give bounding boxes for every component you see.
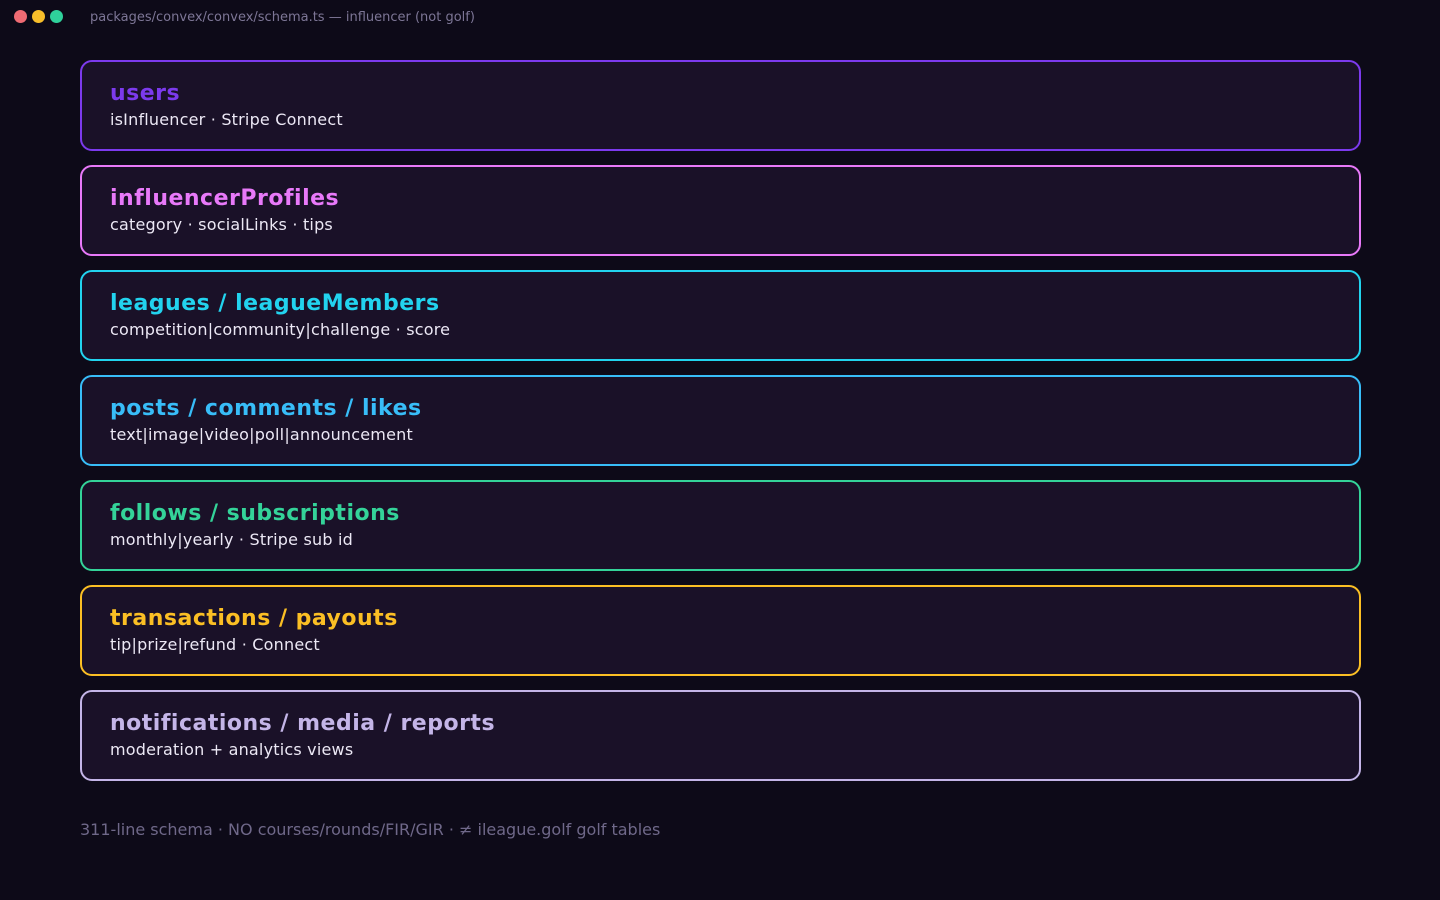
- table-card-follows[interactable]: follows / subscriptions monthly|yearly ·…: [80, 480, 1361, 571]
- table-card-posts[interactable]: posts / comments / likes text|image|vide…: [80, 375, 1361, 466]
- table-card-description: competition|community|challenge · score: [110, 320, 451, 339]
- table-card-title: users: [110, 81, 181, 106]
- minimize-window-button[interactable]: [32, 10, 45, 23]
- table-card-title: influencerProfiles: [110, 186, 340, 211]
- window-titlebar: packages/convex/convex/schema.ts — influ…: [0, 0, 1440, 36]
- table-card-title: leagues / leagueMembers: [110, 291, 440, 316]
- table-card-description: text|image|video|poll|announcement: [110, 425, 413, 444]
- schema-table-list: users isInfluencer · Stripe Connect infl…: [80, 60, 1361, 795]
- table-card-title: notifications / media / reports: [110, 711, 496, 736]
- table-card-influencer-profiles[interactable]: influencerProfiles category · socialLink…: [80, 165, 1361, 256]
- table-card-description: monthly|yearly · Stripe sub id: [110, 530, 353, 549]
- schema-footer-note: 311-line schema · NO courses/rounds/FIR/…: [80, 820, 661, 839]
- table-card-description: tip|prize|refund · Connect: [110, 635, 320, 654]
- table-card-leagues[interactable]: leagues / leagueMembers competition|comm…: [80, 270, 1361, 361]
- maximize-window-button[interactable]: [50, 10, 63, 23]
- window-title: packages/convex/convex/schema.ts — influ…: [90, 10, 475, 25]
- table-card-title: transactions / payouts: [110, 606, 398, 631]
- table-card-transactions[interactable]: transactions / payouts tip|prize|refund …: [80, 585, 1361, 676]
- close-window-button[interactable]: [14, 10, 27, 23]
- table-card-description: category · socialLinks · tips: [110, 215, 333, 234]
- table-card-title: posts / comments / likes: [110, 396, 422, 421]
- table-card-title: follows / subscriptions: [110, 501, 400, 526]
- table-card-description: moderation + analytics views: [110, 740, 354, 759]
- table-card-description: isInfluencer · Stripe Connect: [110, 110, 343, 129]
- table-card-users[interactable]: users isInfluencer · Stripe Connect: [80, 60, 1361, 151]
- table-card-notifications[interactable]: notifications / media / reports moderati…: [80, 690, 1361, 781]
